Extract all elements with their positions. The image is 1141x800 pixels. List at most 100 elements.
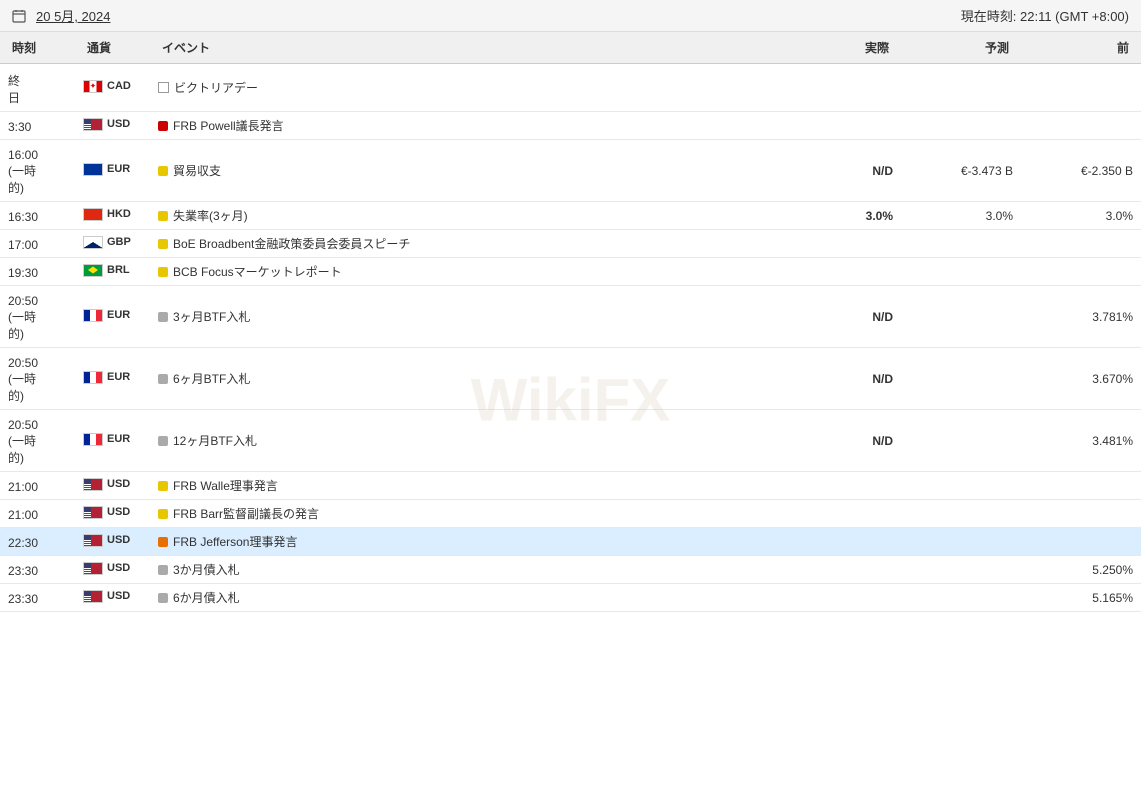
importance-dot — [158, 509, 168, 519]
flag-us — [83, 118, 103, 131]
header-time: 現在時刻: 22:11 (GMT +8:00) — [961, 6, 1129, 25]
cell-actual — [781, 500, 901, 528]
table-row: 17:00GBPBoE Broadbent金融政策委員会委員スピーチ — [0, 230, 1141, 258]
cell-prev: 3.481% — [1021, 410, 1141, 472]
currency-text: EUR — [107, 371, 130, 383]
cell-currency: EUR — [75, 348, 150, 410]
col-forecast: 予測 — [893, 37, 1013, 58]
event-name: 3か月債入札 — [173, 563, 240, 577]
cell-prev: 5.250% — [1021, 556, 1141, 584]
cell-event: ビクトリアデー — [150, 64, 781, 112]
cell-event: 失業率(3ヶ月) — [150, 202, 781, 230]
cell-event: BoE Broadbent金融政策委員会委員スピーチ — [150, 230, 781, 258]
cell-actual — [781, 64, 901, 112]
cell-time: 3:30 — [0, 112, 75, 140]
currency-text: USD — [107, 118, 130, 130]
currency-text: BRL — [107, 264, 130, 276]
flag-us — [83, 562, 103, 575]
header-bar: 20 5月, 2024 現在時刻: 22:11 (GMT +8:00) — [0, 0, 1141, 32]
cell-event: 3か月債入札 — [150, 556, 781, 584]
cell-prev: 5.165% — [1021, 584, 1141, 612]
cell-forecast — [901, 500, 1021, 528]
importance-dot — [158, 481, 168, 491]
cell-currency: USD — [75, 556, 150, 584]
cell-forecast — [901, 258, 1021, 286]
cell-event: 12ヶ月BTF入札 — [150, 410, 781, 472]
cell-forecast — [901, 230, 1021, 258]
cell-actual — [781, 230, 901, 258]
flag-gb — [83, 236, 103, 249]
cell-currency: USD — [75, 472, 150, 500]
table-row: 終 日✦CADビクトリアデー — [0, 64, 1141, 112]
calendar-icon — [12, 9, 26, 23]
cell-event: 貿易収支 — [150, 140, 781, 202]
cell-time: 16:30 — [0, 202, 75, 230]
cell-actual — [781, 258, 901, 286]
table-row: 16:00 (一時 的)EUR貿易収支N/D€-3.473 B€-2.350 B — [0, 140, 1141, 202]
cell-prev — [1021, 64, 1141, 112]
flag-fr — [83, 371, 103, 384]
table-row: 19:30BRLBCB Focusマーケットレポート — [0, 258, 1141, 286]
importance-dot — [158, 267, 168, 277]
importance-dot — [158, 239, 168, 249]
table-row: 21:00USDFRB Walle理事発言 — [0, 472, 1141, 500]
cell-actual: N/D — [781, 348, 901, 410]
importance-dot — [158, 121, 168, 131]
event-name: FRB Walle理事発言 — [173, 479, 278, 493]
importance-checkbox[interactable] — [158, 82, 169, 93]
cell-forecast — [901, 472, 1021, 500]
cell-time: 20:50 (一時 的) — [0, 410, 75, 472]
currency-text: EUR — [107, 163, 130, 175]
importance-dot — [158, 593, 168, 603]
table-row: 20:50 (一時 的)EUR6ヶ月BTF入札N/D3.670% — [0, 348, 1141, 410]
events-table: 終 日✦CADビクトリアデー3:30USDFRB Powell議長発言16:00… — [0, 64, 1141, 612]
importance-dot — [158, 565, 168, 575]
cell-event: 6ヶ月BTF入札 — [150, 348, 781, 410]
importance-dot — [158, 374, 168, 384]
table-row: 3:30 USD FRB Powell議長発言 — [0, 112, 1141, 140]
importance-dot — [158, 211, 168, 221]
cell-currency: USD — [75, 500, 150, 528]
cell-actual — [781, 584, 901, 612]
cell-prev — [1021, 528, 1141, 556]
cell-prev: €-2.350 B — [1021, 140, 1141, 202]
column-headers: 時刻 通貨 イベント 実際 予測 前 — [0, 32, 1141, 64]
cell-event: 3ヶ月BTF入札 — [150, 286, 781, 348]
cell-prev: 3.0% — [1021, 202, 1141, 230]
flag-hk — [83, 208, 103, 221]
event-name: 貿易収支 — [173, 164, 221, 178]
cell-currency: USD — [75, 112, 150, 140]
event-name: FRB Powell議長発言 — [173, 119, 284, 133]
flag-us — [83, 590, 103, 603]
cell-actual: N/D — [781, 410, 901, 472]
cell-forecast — [901, 286, 1021, 348]
cell-currency: USD — [75, 528, 150, 556]
currency-text: HKD — [107, 208, 131, 220]
cell-time: 21:00 — [0, 500, 75, 528]
cell-time: 19:30 — [0, 258, 75, 286]
currency-text: USD — [107, 534, 130, 546]
cell-time: 23:30 — [0, 556, 75, 584]
cell-actual — [781, 528, 901, 556]
cell-forecast — [901, 528, 1021, 556]
currency-text: USD — [107, 506, 130, 518]
table-row: 21:00 USD FRB Barr監督副議長の発言 — [0, 500, 1141, 528]
cell-forecast: €-3.473 B — [901, 140, 1021, 202]
cell-actual: N/D — [781, 140, 901, 202]
currency-text: EUR — [107, 433, 130, 445]
cell-actual — [781, 472, 901, 500]
flag-us — [83, 478, 103, 491]
currency-text: USD — [107, 590, 130, 602]
cell-event: FRB Barr監督副議長の発言 — [150, 500, 781, 528]
flag-us — [83, 534, 103, 547]
importance-dot — [158, 436, 168, 446]
importance-dot — [158, 537, 168, 547]
flag-fr — [83, 433, 103, 446]
event-name: 失業率(3ヶ月) — [173, 209, 248, 223]
cell-currency: GBP — [75, 230, 150, 258]
cell-prev — [1021, 500, 1141, 528]
event-name: BoE Broadbent金融政策委員会委員スピーチ — [173, 237, 410, 251]
cell-currency: EUR — [75, 140, 150, 202]
importance-dot — [158, 312, 168, 322]
header-date[interactable]: 20 5月, 2024 — [36, 6, 110, 25]
